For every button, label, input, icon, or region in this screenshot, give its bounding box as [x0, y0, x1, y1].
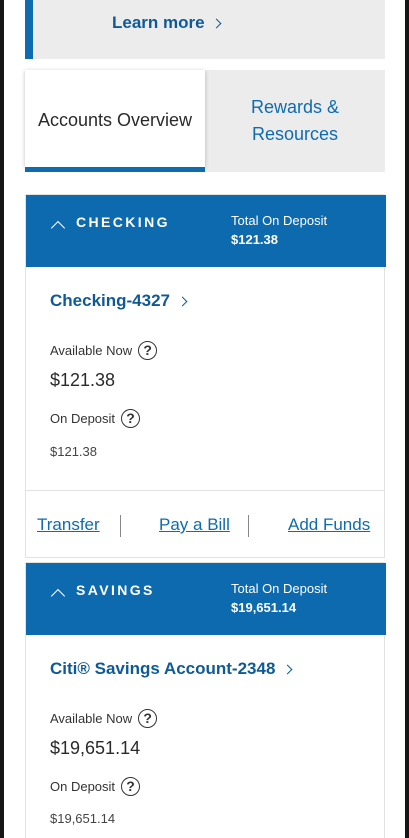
help-circle-icon[interactable]: ?	[121, 777, 141, 796]
savings-total-value: $19,651.14	[231, 600, 297, 615]
pay-bill-link[interactable]: Pay a Bill	[159, 515, 230, 535]
active-tab-indicator	[25, 167, 205, 172]
savings-account-name: Citi® Savings Account-2348	[50, 659, 276, 678]
savings-deposit-value: $19,651.14	[50, 811, 116, 826]
help-circle-icon[interactable]: ?	[138, 341, 158, 360]
savings-available-value: $19,651.14	[50, 738, 141, 758]
window-edge-left	[0, 0, 4, 838]
checking-actions: Transfer Pay a Bill Add Funds	[26, 490, 384, 559]
checking-account-link[interactable]: Checking-4327	[50, 291, 188, 311]
transfer-link[interactable]: Transfer	[37, 515, 100, 535]
checking-deposit-label: On Deposit	[50, 411, 116, 426]
savings-header[interactable]: SAVINGS Total On Deposit $19,651.14	[26, 563, 386, 635]
tab-rewards-resources[interactable]: Rewards & Resources	[215, 94, 375, 148]
checking-available-value: $121.38	[50, 370, 116, 390]
checking-account-name: Checking-4327	[50, 291, 170, 310]
promo-accent-bar	[25, 0, 33, 59]
chevron-right-icon	[177, 296, 188, 307]
savings-section-title: SAVINGS	[76, 582, 155, 598]
help-circle-icon[interactable]: ?	[121, 409, 141, 428]
savings-account-link[interactable]: Citi® Savings Account-2348	[50, 659, 293, 679]
checking-available-label: Available Now	[50, 343, 133, 358]
savings-total-label: Total On Deposit	[231, 581, 328, 596]
tab-accounts-overview[interactable]: Accounts Overview	[25, 70, 205, 172]
promo-banner: Learn more	[25, 0, 385, 59]
savings-deposit-label: On Deposit	[50, 779, 116, 794]
savings-card: SAVINGS Total On Deposit $19,651.14 Citi…	[25, 562, 386, 838]
learn-more-label: Learn more	[112, 13, 205, 32]
chevron-right-icon	[211, 18, 222, 29]
overview-tabs: Accounts Overview Rewards & Resources	[25, 70, 385, 172]
caret-up-icon[interactable]	[50, 220, 66, 236]
action-divider	[120, 515, 121, 537]
savings-deposit-row: On Deposit ?	[50, 777, 141, 796]
checking-available-row: Available Now ?	[50, 341, 158, 360]
savings-available-label: Available Now	[50, 711, 133, 726]
checking-total-value: $121.38	[231, 232, 278, 247]
page: Learn more Accounts Overview Rewards & R…	[0, 0, 409, 838]
add-funds-link[interactable]: Add Funds	[288, 515, 370, 535]
checking-deposit-value: $121.38	[50, 444, 97, 459]
caret-up-icon[interactable]	[50, 588, 66, 604]
tab-rewards-label-line1: Rewards &	[250, 97, 340, 117]
tab-rewards-label-line2: Resources	[251, 124, 339, 144]
checking-section-title: CHECKING	[76, 214, 170, 230]
help-circle-icon[interactable]: ?	[138, 709, 158, 728]
checking-header[interactable]: CHECKING Total On Deposit $121.38	[26, 195, 386, 267]
tab-accounts-overview-label: Accounts Overview	[37, 110, 193, 130]
chevron-right-icon	[282, 664, 293, 675]
savings-available-row: Available Now ?	[50, 709, 158, 728]
checking-deposit-row: On Deposit ?	[50, 409, 141, 428]
window-edge-right	[405, 0, 409, 838]
action-divider	[248, 515, 249, 537]
checking-total-label: Total On Deposit	[231, 213, 328, 228]
checking-card: CHECKING Total On Deposit $121.38 Checki…	[25, 194, 386, 559]
learn-more-link[interactable]: Learn more	[112, 13, 222, 33]
